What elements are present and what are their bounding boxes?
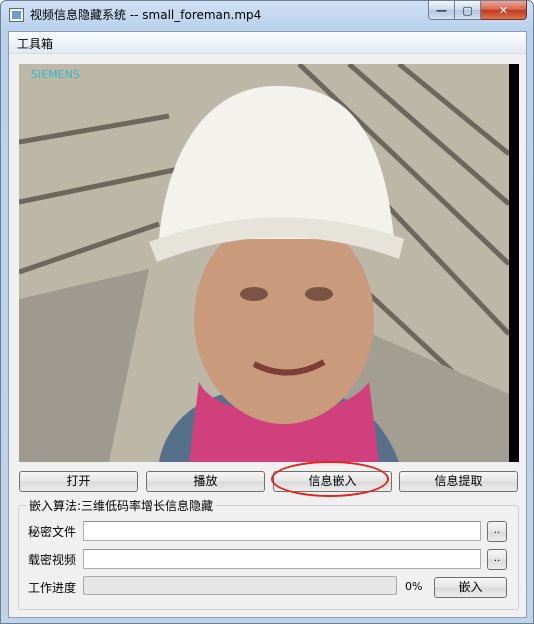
- play-button[interactable]: 播放: [146, 471, 265, 492]
- progress-label: 工作进度: [28, 581, 77, 595]
- progress-percent: 0%: [405, 580, 423, 593]
- window-controls: — ▢ ✕: [428, 1, 527, 21]
- secret-file-browse-button[interactable]: ..: [487, 521, 507, 542]
- extract-info-button[interactable]: 信息提取: [399, 471, 518, 492]
- app-window: 视频信息隐藏系统 -- small_foreman.mp4 — ▢ ✕ 工具箱: [0, 0, 534, 624]
- carrier-video-field[interactable]: [83, 549, 481, 569]
- video-player[interactable]: SIEMENS: [19, 64, 519, 462]
- embed-button[interactable]: 嵌入: [434, 577, 507, 598]
- video-overlay-text: SIEMENS: [31, 68, 80, 81]
- maximize-icon: ▢: [462, 3, 473, 17]
- close-button[interactable]: ✕: [481, 1, 527, 20]
- work-progress-bar: [83, 576, 397, 595]
- minimize-icon: —: [436, 3, 447, 17]
- group-title: 嵌入算法:三维低码率增长信息隐藏: [26, 497, 217, 514]
- secret-file-label: 秘密文件: [28, 525, 77, 539]
- video-frame: SIEMENS: [19, 64, 509, 462]
- carrier-video-browse-button[interactable]: ..: [487, 549, 507, 570]
- menu-bar: 工具箱: [9, 32, 526, 54]
- window-title: 视频信息隐藏系统 -- small_foreman.mp4: [30, 8, 262, 22]
- embed-info-button[interactable]: 信息嵌入: [273, 471, 392, 492]
- menu-toolbox[interactable]: 工具箱: [17, 35, 53, 52]
- secret-file-field[interactable]: [83, 521, 481, 541]
- client-area: 工具箱 SIEMENS 打开 播放 信息嵌入 信息提取 嵌入算法:三维低码率增长…: [8, 31, 527, 618]
- carrier-video-label: 载密视频: [28, 553, 77, 567]
- title-bar[interactable]: 视频信息隐藏系统 -- small_foreman.mp4 — ▢ ✕: [1, 1, 533, 29]
- maximize-button[interactable]: ▢: [455, 1, 481, 20]
- video-frame-image: SIEMENS: [19, 64, 509, 462]
- close-icon: ✕: [498, 3, 509, 17]
- app-icon: [9, 8, 24, 22]
- open-button[interactable]: 打开: [19, 471, 138, 492]
- minimize-button[interactable]: —: [428, 1, 455, 20]
